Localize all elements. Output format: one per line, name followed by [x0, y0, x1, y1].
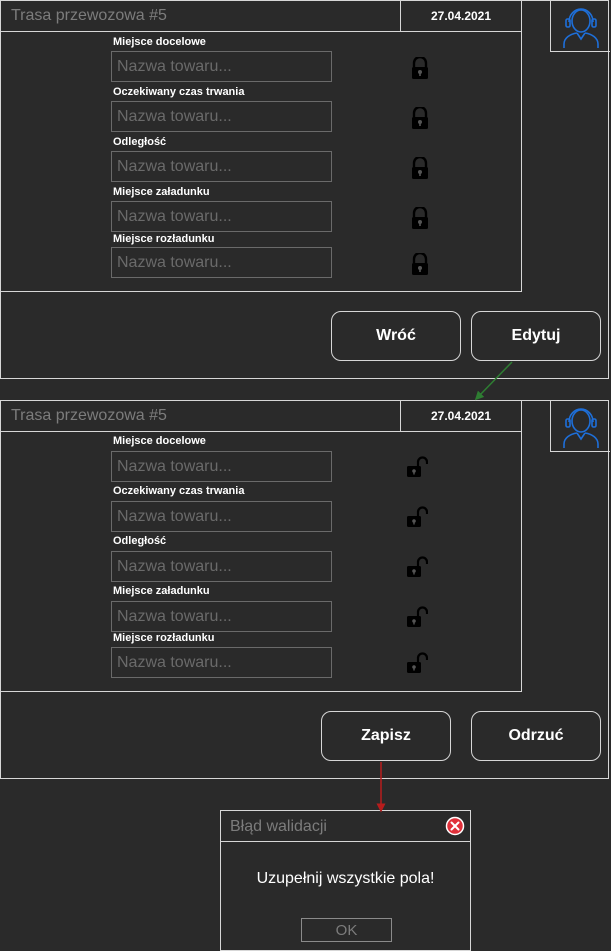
user-headset-icon: [563, 408, 599, 448]
loading-place-label: Miejsce załadunku: [113, 585, 210, 597]
distance-field[interactable]: [111, 551, 428, 582]
distance-label: Odległość: [113, 136, 167, 148]
loading-place-input[interactable]: [117, 205, 292, 228]
user-avatar[interactable]: [550, 1, 610, 52]
loading-place-label: Miejsce załadunku: [113, 186, 210, 198]
distance-input[interactable]: [117, 555, 292, 578]
destination-label: Miejsce docelowe: [113, 435, 206, 447]
unloading-place-label: Miejsce rozładunku: [113, 632, 215, 644]
back-button[interactable]: Wróć: [331, 311, 461, 361]
save-button[interactable]: Zapisz: [321, 711, 451, 761]
unloading-place-label: Miejsce rozładunku: [113, 233, 215, 245]
destination-input[interactable]: [117, 55, 292, 78]
lock-closed-icon: [412, 57, 428, 79]
unloading-place-input[interactable]: [117, 651, 292, 674]
expected-duration-label: Oczekiwany czas trwania: [113, 86, 245, 98]
date-display: 27.04.2021: [400, 1, 521, 31]
expected-duration-input[interactable]: [117, 105, 292, 128]
expected-duration-input[interactable]: [117, 505, 292, 528]
expected-duration-label: Oczekiwany czas trwania: [113, 485, 245, 497]
loading-place-input[interactable]: [117, 605, 292, 628]
dialog-title: Błąd walidacji: [230, 818, 327, 835]
route-view-screen: Trasa przewozowa #5 27.04.2021 Miejsce d…: [0, 0, 610, 379]
lock-open-icon: [407, 606, 428, 627]
ok-button[interactable]: OK: [301, 918, 392, 942]
lock-open-icon: [407, 652, 428, 673]
distance-field[interactable]: [111, 151, 428, 182]
page-title: Trasa przewozowa #5: [11, 407, 167, 424]
validation-error-dialog: Błąd walidacji Uzupełnij wszystkie pola!…: [220, 810, 471, 951]
route-form-panel: Trasa przewozowa #5 27.04.2021 Miejsce d…: [1, 401, 522, 692]
lock-open-icon: [407, 556, 428, 577]
distance-input[interactable]: [117, 155, 292, 178]
title-bar: Trasa przewozowa #5 27.04.2021: [1, 401, 521, 432]
lock-open-icon: [407, 456, 428, 477]
dialog-title-bar: Błąd walidacji: [221, 811, 470, 842]
unloading-place-field[interactable]: [111, 247, 428, 278]
lock-closed-icon: [412, 253, 428, 275]
expected-duration-field[interactable]: [111, 501, 428, 532]
lock-open-icon: [407, 506, 428, 527]
unloading-place-input[interactable]: [117, 251, 292, 274]
destination-input[interactable]: [117, 455, 292, 478]
loading-place-field[interactable]: [111, 201, 428, 232]
loading-place-field[interactable]: [111, 601, 428, 632]
close-circle-icon[interactable]: [445, 816, 465, 836]
edit-button[interactable]: Edytuj: [471, 311, 601, 361]
lock-closed-icon: [412, 207, 428, 229]
expected-duration-field[interactable]: [111, 101, 428, 132]
route-form-panel: Trasa przewozowa #5 27.04.2021 Miejsce d…: [1, 1, 522, 292]
discard-button[interactable]: Odrzuć: [471, 711, 601, 761]
destination-label: Miejsce docelowe: [113, 36, 206, 48]
page-title: Trasa przewozowa #5: [11, 7, 167, 24]
destination-field[interactable]: [111, 451, 428, 482]
user-avatar[interactable]: [550, 401, 610, 452]
date-display: 27.04.2021: [400, 401, 521, 431]
unloading-place-field[interactable]: [111, 647, 428, 678]
lock-closed-icon: [412, 107, 428, 129]
user-headset-icon: [563, 8, 599, 48]
lock-closed-icon: [412, 157, 428, 179]
destination-field[interactable]: [111, 51, 428, 82]
dialog-message: Uzupełnij wszystkie pola!: [256, 870, 435, 887]
distance-label: Odległość: [113, 535, 167, 547]
title-bar: Trasa przewozowa #5 27.04.2021: [1, 1, 521, 32]
route-edit-screen: Trasa przewozowa #5 27.04.2021 Miejsce d…: [0, 400, 610, 779]
